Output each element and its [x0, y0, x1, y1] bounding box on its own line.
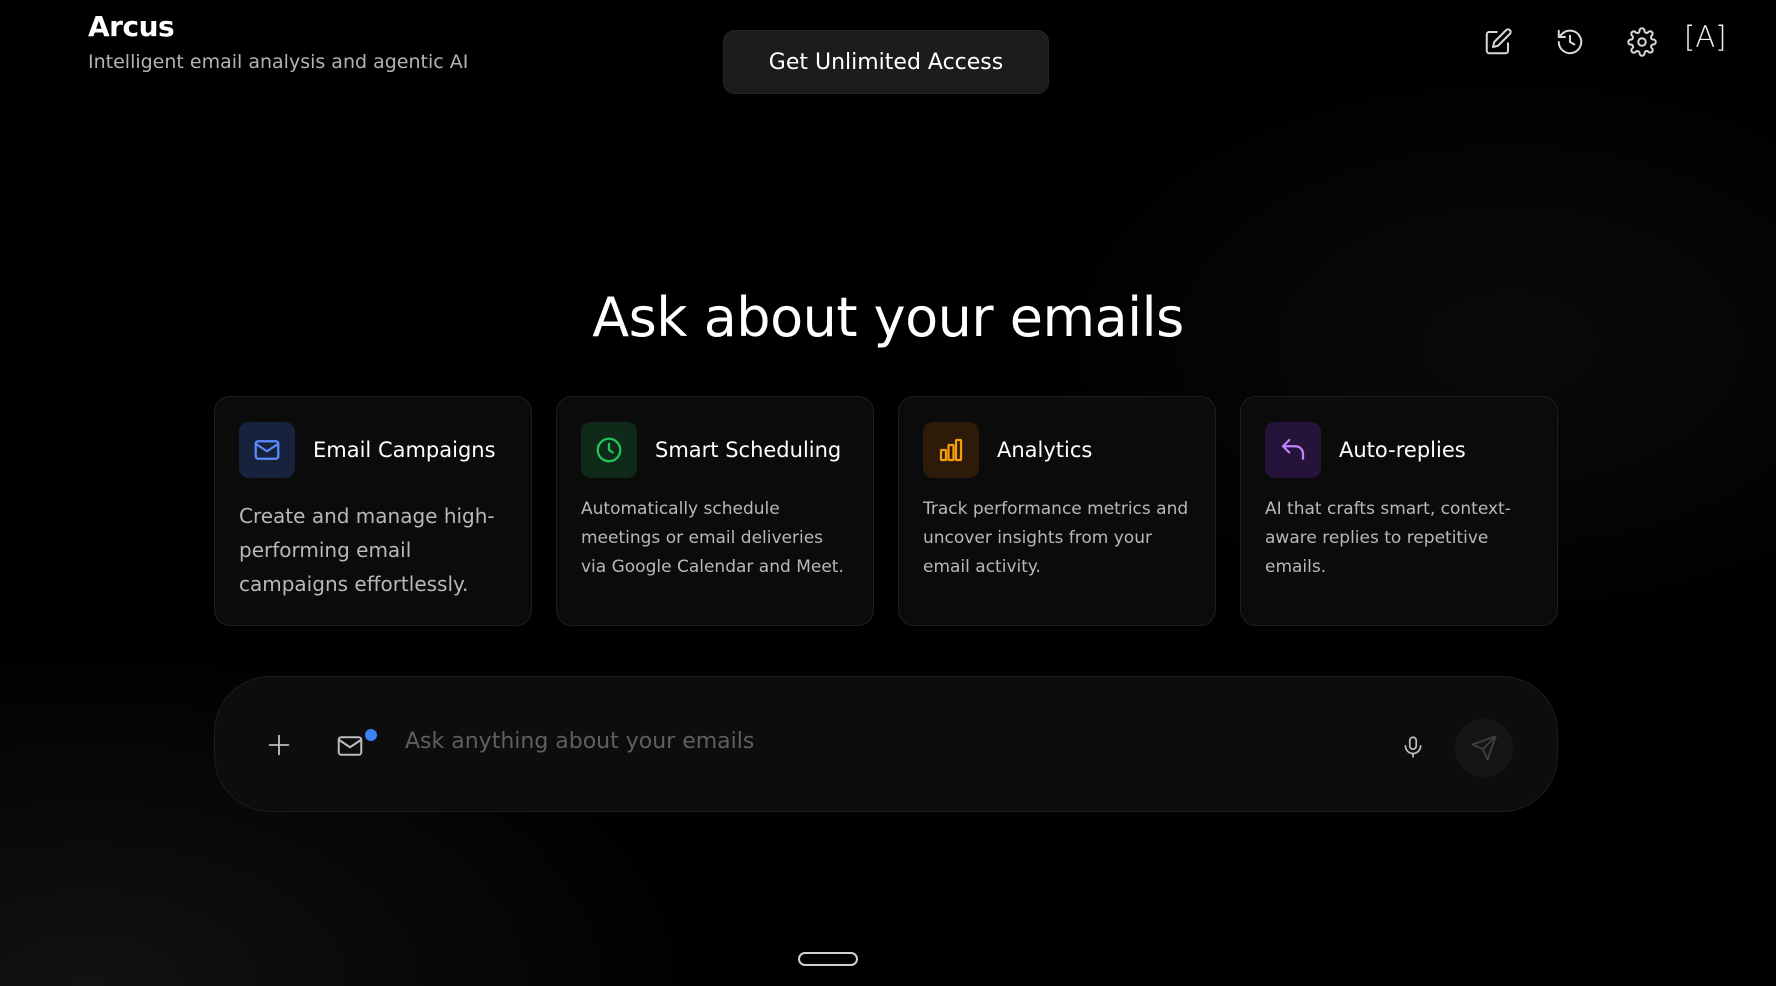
feature-cards: Email Campaigns Create and manage high-p…	[214, 396, 1558, 626]
card-email-campaigns[interactable]: Email Campaigns Create and manage high-p…	[214, 396, 532, 626]
card-description: Automatically schedule meetings or email…	[581, 499, 844, 577]
new-chat-button[interactable]	[1478, 22, 1518, 62]
settings-button[interactable]	[1622, 22, 1662, 62]
card-title: Smart Scheduling	[655, 438, 842, 462]
edit-icon	[1485, 28, 1512, 55]
card-title: Email Campaigns	[313, 438, 496, 462]
card-description: AI that crafts smart, context-aware repl…	[1265, 499, 1511, 577]
bar-chart-icon	[939, 438, 963, 462]
card-auto-replies[interactable]: Auto-replies AI that crafts smart, conte…	[1240, 396, 1558, 626]
add-attachment-button[interactable]	[259, 725, 299, 765]
settings-icon	[1627, 27, 1657, 57]
drag-handle[interactable]	[798, 952, 858, 966]
history-icon	[1557, 29, 1583, 55]
ask-input[interactable]	[405, 721, 1245, 761]
plus-icon	[268, 734, 290, 756]
card-smart-scheduling[interactable]: Smart Scheduling Automatically schedule …	[556, 396, 874, 626]
app-page: Arcus Intelligent email analysis and age…	[0, 0, 1776, 986]
card-description: Create and manage high-performing email …	[239, 504, 495, 596]
account-badge[interactable]: [A]	[1684, 20, 1726, 54]
brand: Arcus Intelligent email analysis and age…	[88, 10, 468, 73]
microphone-icon	[1404, 736, 1422, 758]
mail-icon	[337, 736, 363, 756]
send-icon	[1471, 735, 1497, 761]
card-title: Auto-replies	[1339, 438, 1466, 462]
clock-icon	[596, 437, 622, 463]
card-description: Track performance metrics and uncover in…	[923, 499, 1189, 577]
chat-composer	[214, 676, 1558, 812]
app-title: Arcus	[88, 10, 175, 43]
voice-input-button[interactable]	[1393, 725, 1433, 769]
history-button[interactable]	[1550, 22, 1590, 62]
mail-icon	[254, 440, 280, 460]
toolbar	[1485, 22, 1776, 62]
page-heading: Ask about your emails	[592, 286, 1184, 349]
reply-icon	[1281, 438, 1305, 460]
card-analytics[interactable]: Analytics Track performance metrics and …	[898, 396, 1216, 626]
send-button[interactable]	[1455, 719, 1513, 777]
card-title: Analytics	[997, 438, 1093, 462]
app-subtitle: Intelligent email analysis and agentic A…	[88, 51, 469, 73]
notification-dot	[365, 729, 377, 741]
get-unlimited-access-button[interactable]: Get Unlimited Access	[723, 30, 1049, 94]
